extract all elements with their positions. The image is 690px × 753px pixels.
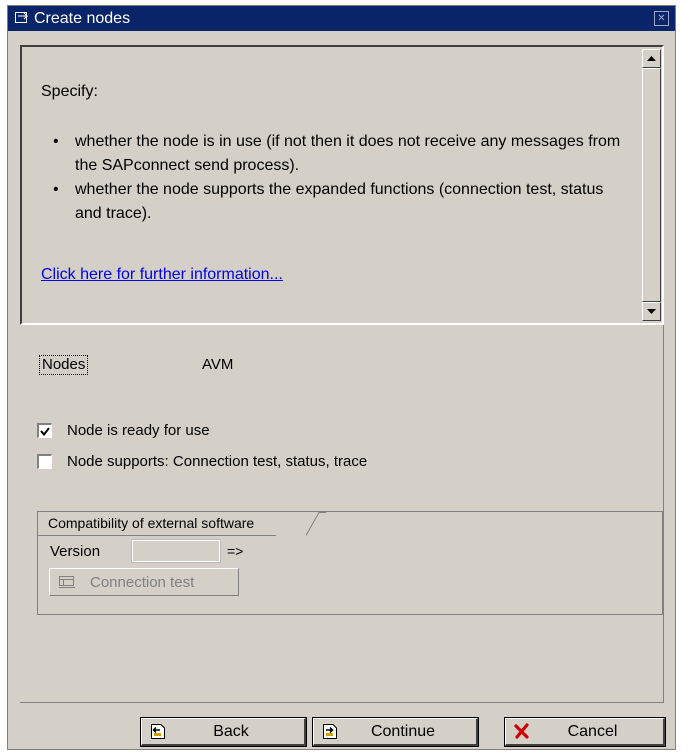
info-text: Specify: • whether the node is in use (i… — [41, 80, 631, 226]
form-area: Nodes AVM Node is ready for use Node sup… — [20, 325, 664, 703]
info-bullet-text: whether the node is in use (if not then … — [75, 133, 621, 174]
nodes-label: Nodes — [39, 355, 89, 375]
version-arrow: => — [227, 543, 244, 559]
info-pane: Specify: • whether the node is in use (i… — [20, 45, 664, 325]
checkmark-icon — [40, 426, 50, 436]
info-intro: Specify: — [41, 83, 98, 100]
connection-test-button[interactable]: Connection test — [49, 568, 239, 596]
scroll-thumb[interactable] — [642, 68, 661, 302]
version-label: Version — [50, 543, 101, 560]
continue-button[interactable]: Continue — [312, 717, 479, 747]
supports-functions-checkbox[interactable] — [37, 454, 52, 469]
close-icon[interactable]: ✕ — [654, 11, 669, 26]
supports-functions-label: Node supports: Connection test, status, … — [67, 453, 368, 470]
scroll-up-arrow-icon[interactable] — [642, 49, 661, 68]
further-info-link[interactable]: Click here for further information... — [41, 266, 283, 284]
supports-row[interactable]: Node supports: Connection test, status, … — [37, 453, 367, 470]
info-bullet-text: whether the node supports the expanded f… — [75, 181, 604, 222]
continue-icon — [322, 723, 338, 740]
compatibility-groupbox: Compatibility of external software Versi… — [37, 511, 663, 615]
info-bullet-list: • whether the node is in use (if not the… — [41, 130, 631, 226]
connection-test-label: Connection test — [90, 573, 195, 591]
ready-for-use-row[interactable]: Node is ready for use — [37, 422, 210, 439]
nodes-value: AVM — [202, 356, 234, 373]
continue-label: Continue — [370, 722, 436, 740]
version-field — [131, 539, 221, 563]
info-bullet-item: • whether the node is in use (if not the… — [53, 130, 631, 178]
bullet-icon: • — [53, 133, 59, 150]
info-bullet-item: • whether the node supports the expanded… — [53, 178, 631, 226]
cancel-x-icon — [514, 723, 530, 739]
ready-for-use-label: Node is ready for use — [67, 422, 210, 439]
title-bar[interactable]: Create nodes ✕ — [8, 6, 675, 31]
compatibility-title-text: Compatibility of external software — [48, 515, 255, 531]
back-label: Back — [213, 722, 249, 740]
dialog-title: Create nodes — [34, 9, 131, 27]
compatibility-group-title: Compatibility of external software — [38, 512, 277, 536]
group-tab-slant — [306, 512, 326, 536]
ready-for-use-checkbox[interactable] — [37, 423, 52, 438]
back-button[interactable]: Back — [140, 717, 307, 747]
back-icon — [150, 723, 166, 740]
connection-test-icon — [58, 575, 76, 589]
info-scrollbar[interactable] — [642, 49, 661, 321]
bullet-icon: • — [53, 181, 59, 198]
cancel-button[interactable]: Cancel — [504, 717, 666, 747]
scroll-down-arrow-icon[interactable] — [642, 302, 661, 321]
dialog-window-icon — [14, 12, 30, 26]
create-nodes-dialog: Create nodes ✕ Specify: • whether the no… — [7, 5, 676, 750]
